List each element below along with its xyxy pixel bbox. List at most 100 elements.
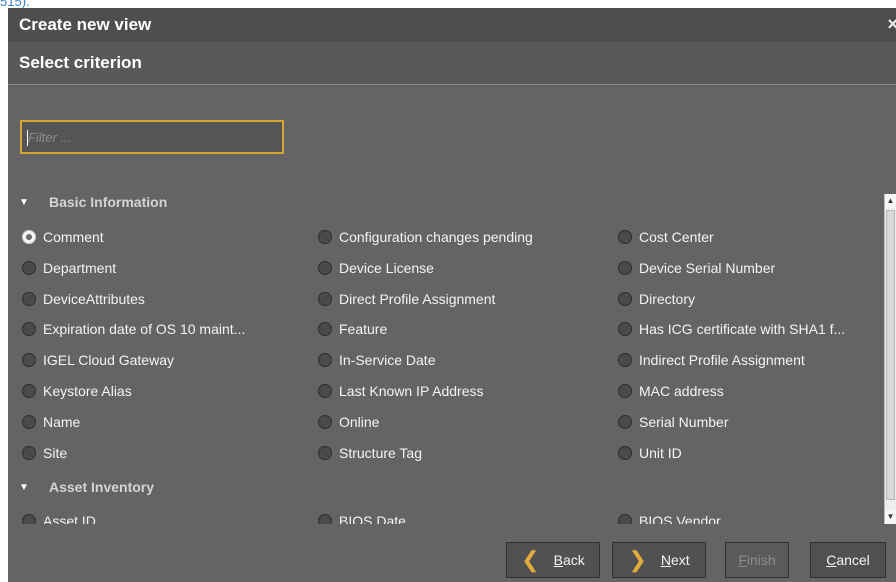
section-label: Asset Inventory bbox=[49, 479, 155, 495]
radio-button[interactable] bbox=[618, 353, 632, 368]
radio-button[interactable] bbox=[618, 414, 632, 429]
radio-button[interactable] bbox=[22, 291, 36, 306]
criterion-option[interactable]: Feature bbox=[318, 314, 387, 344]
scroll-down-icon[interactable]: ▼ bbox=[885, 510, 896, 524]
dialog-footer: ❮ Back ❯ Next Finish Cancel bbox=[8, 524, 896, 582]
radio-button[interactable] bbox=[318, 384, 332, 398]
criterion-option[interactable]: Structure Tag bbox=[318, 438, 422, 468]
next-button[interactable]: ❯ Next bbox=[612, 542, 706, 578]
radio-button[interactable] bbox=[618, 322, 632, 337]
criterion-option[interactable]: Has ICG certificate with SHA1 f... bbox=[618, 314, 845, 344]
dialog-title: Create new view bbox=[19, 15, 152, 34]
criterion-label: IGEL Cloud Gateway bbox=[43, 352, 174, 369]
criterion-label: DeviceAttributes bbox=[43, 290, 145, 307]
criterion-label: Name bbox=[43, 413, 81, 430]
criterion-label: Cost Center bbox=[639, 229, 714, 245]
criterion-option[interactable]: Keystore Alias bbox=[22, 376, 132, 406]
radio-button[interactable] bbox=[22, 260, 36, 275]
radio-button[interactable] bbox=[618, 291, 632, 306]
radio-button[interactable] bbox=[22, 384, 36, 398]
radio-button[interactable] bbox=[318, 230, 332, 244]
radio-button[interactable] bbox=[22, 353, 36, 368]
criterion-label: Last Known IP Address bbox=[339, 383, 484, 399]
criterion-option[interactable]: IGEL Cloud Gateway bbox=[22, 345, 174, 375]
triangle-down-icon[interactable]: ▼ bbox=[19, 197, 37, 208]
radio-button[interactable] bbox=[318, 322, 332, 337]
criterion-option[interactable]: Expiration date of OS 10 maint... bbox=[22, 314, 245, 344]
radio-button[interactable] bbox=[318, 291, 332, 306]
criterion-option[interactable]: Direct Profile Assignment bbox=[318, 284, 495, 314]
criterion-option[interactable]: Directory bbox=[618, 284, 695, 314]
vertical-scrollbar[interactable]: ▲ ▼ bbox=[884, 194, 896, 524]
chevron-right-icon: ❯ bbox=[628, 547, 647, 572]
criterion-option[interactable]: In-Service Date bbox=[318, 345, 435, 375]
criterion-label: In-Service Date bbox=[339, 352, 436, 369]
radio-button[interactable] bbox=[318, 353, 332, 368]
cancel-button[interactable]: Cancel bbox=[810, 542, 886, 578]
finish-button-label: Finish bbox=[738, 552, 776, 568]
scrollbar-thumb[interactable] bbox=[886, 210, 895, 500]
criterion-label: Site bbox=[43, 444, 68, 461]
criterion-label: Expiration date of OS 10 maint... bbox=[43, 321, 246, 338]
section-asset-inventory[interactable]: ▼ Asset Inventory bbox=[8, 473, 878, 501]
section-label: Basic Information bbox=[49, 194, 168, 210]
radio-button[interactable] bbox=[318, 414, 332, 429]
criterion-option[interactable]: Site bbox=[22, 438, 67, 468]
text-cursor bbox=[27, 130, 28, 146]
create-view-dialog: Create new view × Select criterion ▼ Bas… bbox=[8, 8, 896, 582]
criterion-label: MAC address bbox=[639, 383, 724, 399]
criterion-label: Directory bbox=[639, 290, 696, 307]
criterion-label: Feature bbox=[339, 321, 388, 338]
criterion-option[interactable]: Configuration changes pending bbox=[318, 222, 533, 252]
criterion-option[interactable]: Department bbox=[22, 253, 116, 283]
criterion-option[interactable]: Online bbox=[318, 407, 379, 437]
filter-input[interactable] bbox=[22, 122, 282, 152]
criterion-label: Unit ID bbox=[639, 444, 682, 461]
criterion-label: Serial Number bbox=[639, 413, 729, 430]
radio-button[interactable] bbox=[618, 230, 632, 244]
back-button-label: Back bbox=[553, 552, 585, 568]
section-basic-information[interactable]: ▼ Basic Information bbox=[8, 188, 878, 216]
criterion-label: Comment bbox=[43, 229, 104, 245]
radio-button[interactable] bbox=[618, 384, 632, 398]
criterion-option[interactable]: Name bbox=[22, 407, 80, 437]
criterion-label: Online bbox=[339, 413, 380, 430]
radio-button[interactable] bbox=[618, 445, 632, 460]
step-title: Select criterion bbox=[19, 53, 142, 72]
radio-button[interactable] bbox=[618, 260, 632, 275]
criterion-option[interactable]: Indirect Profile Assignment bbox=[618, 345, 805, 375]
triangle-down-icon[interactable]: ▼ bbox=[19, 482, 37, 493]
criterion-option[interactable]: Cost Center bbox=[618, 222, 714, 252]
radio-button[interactable] bbox=[22, 414, 36, 429]
back-button[interactable]: ❮ Back bbox=[506, 542, 600, 578]
criterion-label: Indirect Profile Assignment bbox=[639, 352, 805, 369]
finish-button[interactable]: Finish bbox=[725, 542, 789, 578]
criterion-label: Structure Tag bbox=[339, 444, 423, 461]
dialog-titlebar[interactable]: Create new view × bbox=[8, 8, 896, 42]
radio-button[interactable] bbox=[22, 230, 36, 244]
criterion-label: Department bbox=[43, 259, 117, 276]
filter-field[interactable] bbox=[20, 120, 284, 154]
criterion-option[interactable]: MAC address bbox=[618, 376, 724, 406]
criterion-label: Keystore Alias bbox=[43, 383, 132, 399]
criterion-option[interactable]: DeviceAttributes bbox=[22, 284, 145, 314]
criterion-label: Device License bbox=[339, 259, 434, 276]
chevron-left-icon: ❮ bbox=[521, 547, 540, 572]
criterion-label: Direct Profile Assignment bbox=[339, 290, 496, 307]
close-icon[interactable]: × bbox=[887, 15, 896, 33]
wizard-step-header: Select criterion bbox=[8, 42, 896, 85]
criterion-option[interactable]: Last Known IP Address bbox=[318, 376, 484, 406]
criterion-option[interactable]: Serial Number bbox=[618, 407, 728, 437]
scroll-up-icon[interactable]: ▲ bbox=[885, 194, 896, 208]
criterion-label: Has ICG certificate with SHA1 f... bbox=[639, 321, 846, 338]
radio-button[interactable] bbox=[22, 445, 36, 460]
criterion-option[interactable]: Comment bbox=[22, 222, 104, 252]
criterion-label: Configuration changes pending bbox=[339, 229, 533, 245]
radio-button[interactable] bbox=[318, 445, 332, 460]
radio-button[interactable] bbox=[318, 260, 332, 275]
radio-button[interactable] bbox=[22, 322, 36, 337]
criterion-label: Device Serial Number bbox=[639, 259, 776, 276]
criterion-option[interactable]: Device License bbox=[318, 253, 434, 283]
criterion-option[interactable]: Device Serial Number bbox=[618, 253, 775, 283]
criterion-option[interactable]: Unit ID bbox=[618, 438, 682, 468]
